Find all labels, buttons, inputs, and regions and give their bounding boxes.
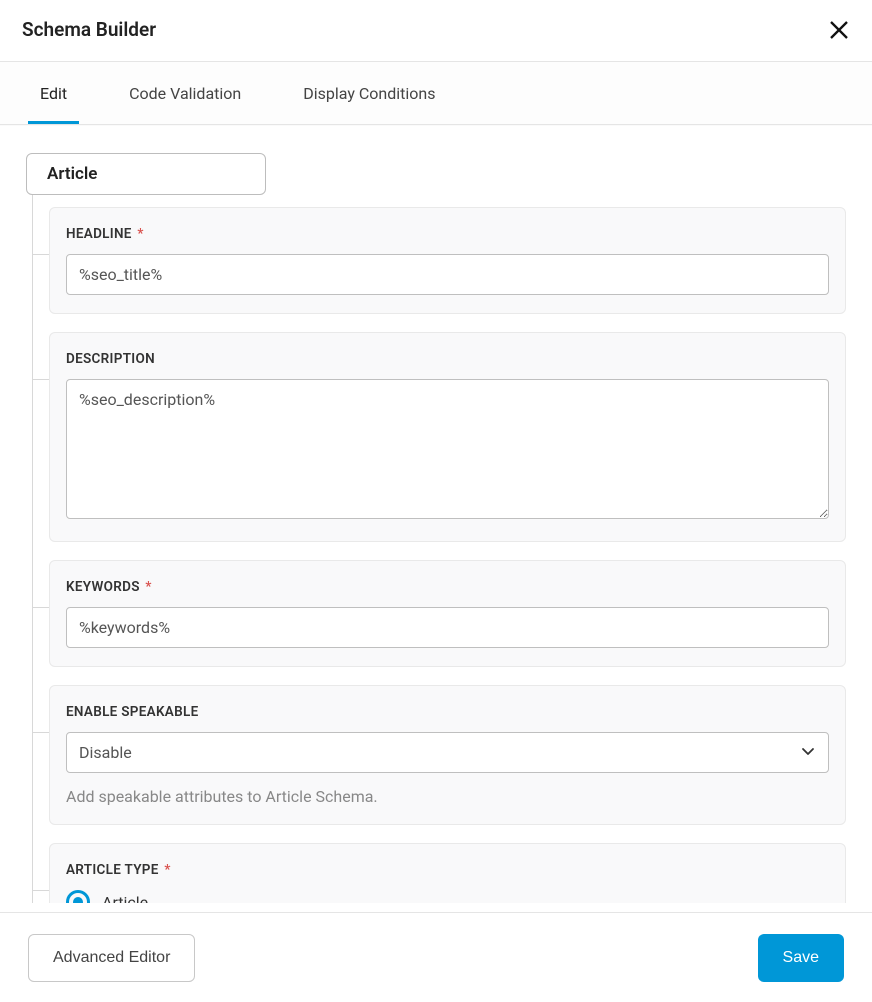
tab-display-conditions[interactable]: Display Conditions <box>291 62 447 124</box>
dialog-header: Schema Builder <box>0 0 872 62</box>
radio-label-article: Article <box>102 893 148 904</box>
description-label: DESCRIPTION <box>66 351 829 367</box>
required-marker: * <box>164 862 170 878</box>
field-article-type: ARTICLE TYPE * Article <box>49 843 846 903</box>
speakable-select[interactable]: Disable <box>66 732 829 773</box>
field-description: DESCRIPTION <box>49 332 846 542</box>
required-marker: * <box>137 226 143 242</box>
required-marker: * <box>145 579 151 595</box>
field-keywords: KEYWORDS * <box>49 560 846 667</box>
headline-input[interactable] <box>66 254 829 295</box>
keywords-input[interactable] <box>66 607 829 648</box>
advanced-editor-button[interactable]: Advanced Editor <box>28 934 195 982</box>
keywords-label-text: KEYWORDS <box>66 579 140 595</box>
headline-label-text: HEADLINE <box>66 226 132 242</box>
tab-bar: Edit Code Validation Display Conditions <box>0 62 872 125</box>
form-content: Article HEADLINE * DESCRIPTION KEYWORDS … <box>0 125 872 903</box>
dialog-footer: Advanced Editor Save <box>0 912 872 1002</box>
radio-option-article[interactable]: Article <box>66 890 829 903</box>
close-icon[interactable] <box>828 19 850 41</box>
article-type-label-text: ARTICLE TYPE <box>66 862 159 878</box>
field-tree: HEADLINE * DESCRIPTION KEYWORDS * ENABLE… <box>32 195 846 903</box>
dialog-title: Schema Builder <box>22 18 156 41</box>
field-speakable: ENABLE SPEAKABLE Disable Add speakable a… <box>49 685 846 825</box>
speakable-label: ENABLE SPEAKABLE <box>66 704 829 720</box>
tab-edit[interactable]: Edit <box>28 62 79 124</box>
tab-code-validation[interactable]: Code Validation <box>117 62 253 124</box>
description-input[interactable] <box>66 379 829 519</box>
speakable-select-wrap: Disable <box>66 732 829 773</box>
radio-icon <box>66 890 90 903</box>
article-type-radio-group: Article <box>66 890 829 903</box>
keywords-label: KEYWORDS * <box>66 579 829 595</box>
schema-type-selector[interactable]: Article <box>26 153 266 195</box>
speakable-helper: Add speakable attributes to Article Sche… <box>66 787 829 806</box>
headline-label: HEADLINE * <box>66 226 829 242</box>
field-headline: HEADLINE * <box>49 207 846 314</box>
article-type-label: ARTICLE TYPE * <box>66 862 829 878</box>
save-button[interactable]: Save <box>758 934 844 982</box>
